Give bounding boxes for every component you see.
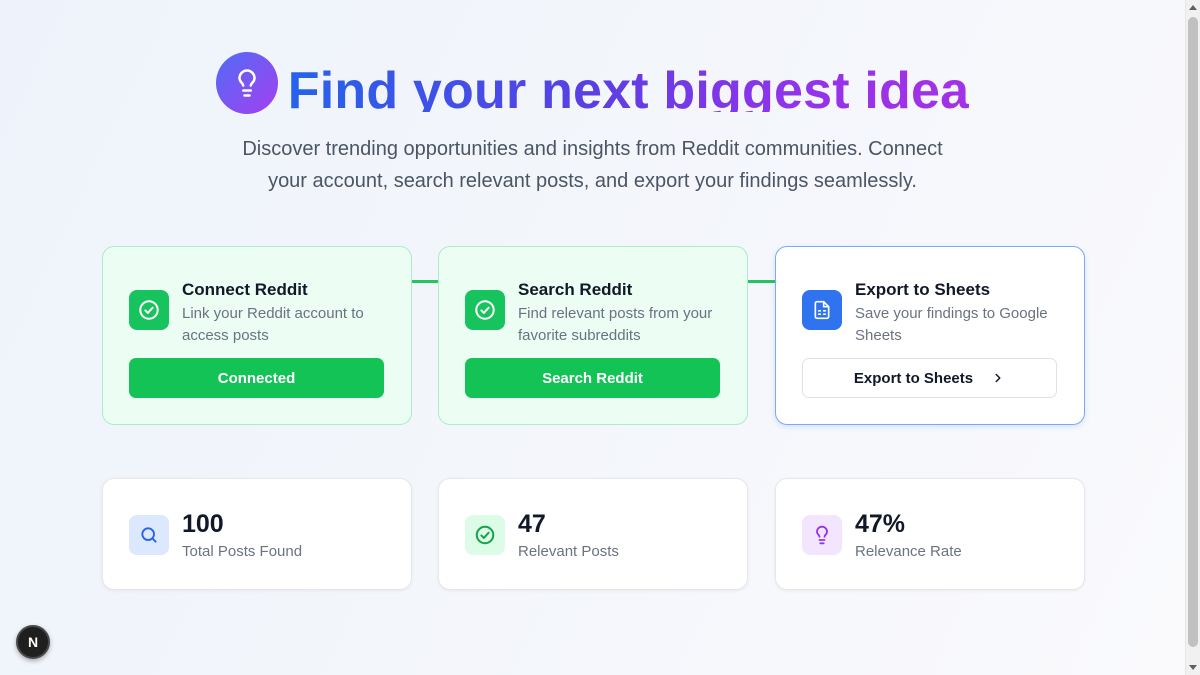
step-card-connect-reddit: Connect Reddit Link your Reddit account …	[102, 246, 412, 425]
hero: Find your next biggest idea	[0, 52, 1185, 114]
stat-value: 47	[518, 510, 546, 538]
stat-card-total-posts: 100 Total Posts Found	[102, 478, 412, 590]
stat-value: 47%	[855, 510, 906, 538]
check-circle-icon	[465, 515, 505, 555]
connected-button[interactable]: Connected	[129, 358, 384, 398]
page: Find your next biggest idea Discover tre…	[0, 0, 1185, 675]
step-description: Link your Reddit account to access posts	[182, 305, 364, 344]
stat-card-relevance-rate: 47% Relevance Rate	[775, 478, 1085, 590]
stat-value: 100	[182, 510, 224, 538]
vertical-scrollbar[interactable]	[1185, 0, 1200, 675]
stat-label: Total Posts Found	[182, 543, 303, 560]
search-reddit-button[interactable]: Search Reddit	[465, 358, 720, 398]
step-title: Export to Sheets	[855, 280, 991, 299]
export-to-sheets-button[interactable]: Export to Sheets	[802, 358, 1057, 398]
step-connector	[747, 280, 775, 283]
step-card-export-sheets: Export to Sheets Save your findings to G…	[775, 246, 1085, 425]
stat-card-relevant-posts: 47 Relevant Posts	[438, 478, 748, 590]
step-description: Find relevant posts from your favorite s…	[518, 305, 713, 344]
scrollbar-thumb[interactable]	[1188, 17, 1198, 647]
nextjs-dev-badge[interactable]: N	[16, 625, 50, 659]
scroll-down-arrow-icon[interactable]	[1189, 665, 1197, 670]
check-circle-icon	[465, 290, 505, 330]
search-icon	[129, 515, 169, 555]
page-subtitle: Discover trending opportunities and insi…	[242, 138, 943, 192]
stat-label: Relevant Posts	[518, 543, 619, 560]
check-circle-icon	[129, 290, 169, 330]
chevron-right-icon	[991, 371, 1005, 385]
spreadsheet-icon	[802, 290, 842, 330]
scroll-up-arrow-icon[interactable]	[1189, 5, 1197, 10]
lightbulb-icon	[215, 52, 278, 114]
lightbulb-icon	[802, 515, 842, 555]
step-card-search-reddit: Search Reddit Find relevant posts from y…	[438, 246, 748, 425]
export-button-label: Export to Sheets	[853, 369, 974, 387]
step-description: Save your findings to Google Sheets	[855, 305, 1048, 344]
step-connector	[411, 280, 439, 283]
step-title: Connect Reddit	[182, 280, 308, 299]
page-title: Find your next biggest idea	[288, 54, 969, 112]
stat-label: Relevance Rate	[855, 543, 962, 560]
step-title: Search Reddit	[518, 280, 633, 299]
